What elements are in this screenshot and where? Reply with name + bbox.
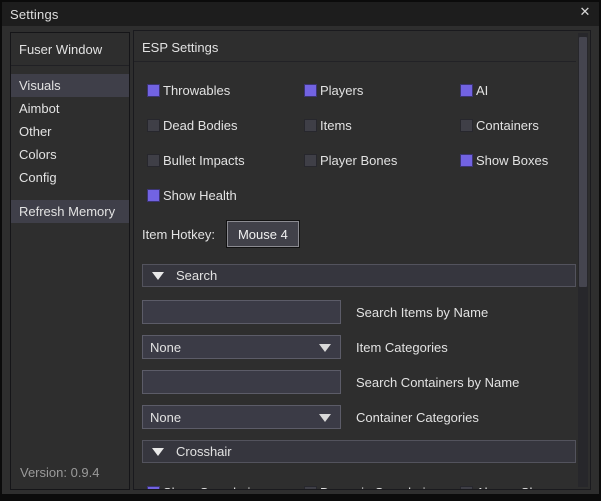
checkbox-containers[interactable]: Containers (460, 118, 576, 132)
refresh-memory-button[interactable]: Refresh Memory (11, 200, 129, 223)
checkbox-label: Containers (476, 118, 539, 133)
item-hotkey-row: Item Hotkey: Mouse 4 (142, 221, 576, 247)
checkbox-box[interactable] (147, 154, 160, 167)
checkbox-label: Throwables (163, 83, 230, 98)
titlebar[interactable]: Settings (2, 2, 599, 26)
checkbox-label: Show Boxes (476, 153, 548, 168)
sidebar-item-other[interactable]: Other (11, 120, 129, 143)
checkbox-label: Show Health (163, 188, 237, 203)
panel-separator (134, 61, 576, 62)
checkbox-box[interactable] (460, 486, 473, 490)
window-body: Fuser Window Visuals Aimbot Other Colors… (2, 26, 599, 494)
sidebar-separator (11, 65, 129, 66)
checkbox-box[interactable] (460, 119, 473, 132)
checkbox-label: Items (320, 118, 352, 133)
checkbox-players[interactable]: Players (304, 83, 460, 97)
checkbox-box[interactable] (304, 84, 317, 97)
checkbox-box[interactable] (304, 119, 317, 132)
checkbox-box[interactable] (304, 486, 317, 490)
checkbox-box[interactable] (147, 119, 160, 132)
field-label: Search Containers by Name (356, 375, 519, 390)
checkbox-box[interactable] (147, 189, 160, 202)
checkbox-show-boxes[interactable]: Show Boxes (460, 153, 576, 167)
chevron-down-icon (319, 344, 331, 352)
sidebar-item-aimbot[interactable]: Aimbot (11, 97, 129, 120)
dropdown-value: None (150, 410, 181, 425)
field-label: Search Items by Name (356, 305, 488, 320)
container-categories-row: None Container Categories (142, 405, 576, 429)
sidebar-item-colors[interactable]: Colors (11, 143, 129, 166)
checkbox-label: Bullet Impacts (163, 153, 245, 168)
sidebar-item-config[interactable]: Config (11, 166, 129, 189)
search-containers-input[interactable] (142, 370, 341, 394)
item-hotkey-button[interactable]: Mouse 4 (227, 221, 299, 247)
checkbox-show-health[interactable]: Show Health (147, 188, 304, 202)
checkbox-dead-bodies[interactable]: Dead Bodies (147, 118, 304, 132)
triangle-down-icon (152, 448, 164, 456)
window-title: Settings (2, 7, 59, 22)
item-categories-dropdown[interactable]: None (142, 335, 341, 359)
section-title: Crosshair (176, 444, 232, 459)
close-icon[interactable]: ✕ (575, 2, 595, 22)
checkbox-show-crosshair[interactable]: Show Crosshair (147, 485, 304, 489)
checkbox-box[interactable] (460, 154, 473, 167)
search-items-input[interactable] (142, 300, 341, 324)
search-items-row: Search Items by Name (142, 300, 576, 324)
sidebar: Fuser Window Visuals Aimbot Other Colors… (10, 32, 130, 490)
checkbox-player-bones[interactable]: Player Bones (304, 153, 460, 167)
checkbox-bullet-impacts[interactable]: Bullet Impacts (147, 153, 304, 167)
field-label: Container Categories (356, 410, 479, 425)
field-label: Item Categories (356, 340, 448, 355)
checkbox-label: Dead Bodies (163, 118, 237, 133)
crosshair-checkbox-grid: Show Crosshair Dynamic Crosshair Always … (147, 485, 576, 489)
checkbox-items[interactable]: Items (304, 118, 460, 132)
checkbox-box[interactable] (147, 84, 160, 97)
checkbox-box[interactable] (304, 154, 317, 167)
checkbox-label: Players (320, 83, 363, 98)
checkbox-always-show[interactable]: Always Show (460, 485, 576, 489)
section-title: Search (176, 268, 217, 283)
checkbox-label: Show Crosshair (163, 485, 255, 490)
triangle-down-icon (152, 272, 164, 280)
esp-settings-panel: ESP Settings Throwables Players AI (133, 30, 591, 490)
esp-settings-content: ESP Settings Throwables Players AI (134, 31, 576, 489)
scrollbar-thumb[interactable] (579, 37, 587, 287)
scrollbar-track[interactable] (578, 33, 588, 487)
sidebar-header: Fuser Window (11, 33, 129, 65)
chevron-down-icon (319, 414, 331, 422)
sidebar-item-visuals[interactable]: Visuals (11, 74, 129, 97)
sidebar-nav: Visuals Aimbot Other Colors Config (11, 74, 129, 189)
checkbox-box[interactable] (147, 486, 160, 490)
panel-title: ESP Settings (134, 31, 576, 55)
search-containers-row: Search Containers by Name (142, 370, 576, 394)
checkbox-ai[interactable]: AI (460, 83, 576, 97)
checkbox-throwables[interactable]: Throwables (147, 83, 304, 97)
container-categories-dropdown[interactable]: None (142, 405, 341, 429)
esp-checkbox-grid: Throwables Players AI Dead Bodies (147, 83, 576, 202)
checkbox-label: Dynamic Crosshair (320, 485, 430, 490)
checkbox-label: AI (476, 83, 488, 98)
checkbox-dynamic-crosshair[interactable]: Dynamic Crosshair (304, 485, 460, 489)
checkbox-label: Player Bones (320, 153, 397, 168)
item-categories-row: None Item Categories (142, 335, 576, 359)
item-hotkey-label: Item Hotkey: (142, 227, 215, 242)
search-section-header[interactable]: Search (142, 264, 576, 287)
checkbox-label: Always Show (476, 485, 553, 490)
checkbox-box[interactable] (460, 84, 473, 97)
settings-window: Settings ✕ Fuser Window Visuals Aimbot O… (0, 0, 601, 501)
dropdown-value: None (150, 340, 181, 355)
crosshair-section-header[interactable]: Crosshair (142, 440, 576, 463)
version-label: Version: 0.9.4 (20, 465, 100, 480)
